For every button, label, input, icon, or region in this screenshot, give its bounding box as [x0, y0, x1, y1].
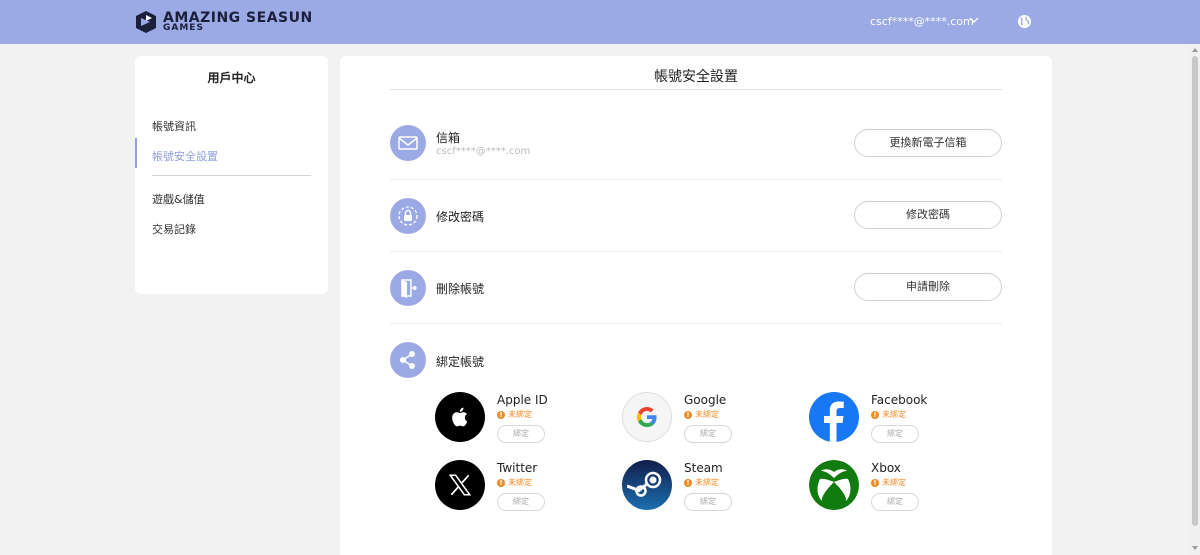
social-steam: Steam ! 未綁定 綁定 — [622, 460, 792, 514]
sidebar-item-games-topup[interactable]: 遊戲&儲值 — [152, 191, 205, 207]
scroll-thumb[interactable] — [1192, 56, 1198, 526]
warning-icon: ! — [871, 410, 879, 419]
linked-accounts-label: 綁定帳號 — [436, 355, 485, 369]
status-badge: ! 未綁定 — [497, 477, 532, 488]
social-name: Xbox — [871, 461, 901, 475]
social-google: Google ! 未綁定 綁定 — [622, 392, 792, 446]
scroll-up-arrow-icon[interactable] — [1191, 46, 1199, 54]
change-email-button[interactable]: 更換新電子信箱 — [854, 129, 1002, 157]
top-bar: AMAZING SEASUN GAMES cscf****@****.com — [0, 0, 1200, 44]
email-value: cscf****@****.com — [436, 146, 531, 157]
social-apple-id: Apple ID ! 未綁定 綁定 — [435, 392, 605, 446]
social-twitter: Twitter ! 未綁定 綁定 — [435, 460, 605, 514]
lock-icon — [390, 198, 426, 234]
social-name: Twitter — [497, 461, 538, 475]
bind-steam-button[interactable]: 綁定 — [684, 493, 732, 511]
bind-twitter-button[interactable]: 綁定 — [497, 493, 545, 511]
title-divider — [390, 89, 1002, 90]
status-badge: ! 未綁定 — [684, 409, 719, 420]
request-deletion-button[interactable]: 申請刪除 — [854, 273, 1002, 301]
social-name: Facebook — [871, 393, 928, 407]
row-divider — [390, 251, 1002, 252]
page-scrollbar[interactable] — [1190, 44, 1200, 555]
sidebar-item-account-security[interactable]: 帳號安全設置 — [152, 148, 218, 164]
google-icon — [622, 392, 672, 442]
sidebar-divider — [152, 175, 311, 176]
password-label: 修改密碼 — [436, 210, 485, 224]
apple-icon — [435, 392, 485, 442]
status-badge: ! 未綁定 — [684, 477, 719, 488]
sidebar-item-account-info[interactable]: 帳號資訊 — [152, 118, 196, 134]
warning-icon: ! — [497, 410, 505, 419]
social-name: Apple ID — [497, 393, 548, 407]
brand-logo[interactable]: AMAZING SEASUN GAMES — [134, 9, 313, 35]
row-divider — [390, 323, 1002, 324]
warning-icon: ! — [684, 410, 692, 419]
email-label: 信箱 — [436, 131, 461, 145]
bind-apple-button[interactable]: 綁定 — [497, 425, 545, 443]
chevron-down-icon[interactable] — [968, 14, 980, 26]
bind-google-button[interactable]: 綁定 — [684, 425, 732, 443]
bind-facebook-button[interactable]: 綁定 — [871, 425, 919, 443]
sidebar-item-transactions[interactable]: 交易記錄 — [152, 221, 196, 237]
x-twitter-icon — [435, 460, 485, 510]
user-email[interactable]: cscf****@****.com — [870, 15, 974, 28]
bind-xbox-button[interactable]: 綁定 — [871, 493, 919, 511]
warning-icon: ! — [871, 478, 879, 487]
social-name: Steam — [684, 461, 723, 475]
exit-door-icon — [390, 270, 426, 306]
warning-icon: ! — [497, 478, 505, 487]
share-icon — [390, 342, 426, 378]
page-title: 帳號安全設置 — [654, 69, 738, 85]
delete-account-label: 刪除帳號 — [436, 282, 485, 296]
mail-icon — [390, 125, 426, 161]
security-settings-panel: 帳號安全設置 信箱 cscf****@****.com 更換新電子信箱 修改密碼… — [340, 56, 1052, 555]
facebook-icon — [809, 392, 859, 442]
social-facebook: Facebook ! 未綁定 綁定 — [809, 392, 979, 446]
status-badge: ! 未綁定 — [497, 409, 532, 420]
status-badge: ! 未綁定 — [871, 477, 906, 488]
user-center-sidebar: 用戶中心 帳號資訊 帳號安全設置 遊戲&儲值 交易記錄 — [135, 56, 328, 294]
social-name: Google — [684, 393, 727, 407]
row-divider — [390, 179, 1002, 180]
sidebar-active-indicator — [135, 138, 137, 168]
social-xbox: Xbox ! 未綁定 綁定 — [809, 460, 979, 514]
steam-icon — [622, 460, 672, 510]
logo-mark-icon — [136, 11, 156, 33]
status-badge: ! 未綁定 — [871, 409, 906, 420]
globe-icon[interactable] — [1017, 14, 1032, 29]
warning-icon: ! — [684, 478, 692, 487]
sidebar-title: 用戶中心 — [207, 71, 256, 85]
xbox-icon — [809, 460, 859, 510]
change-password-button[interactable]: 修改密碼 — [854, 201, 1002, 229]
scroll-down-arrow-icon[interactable] — [1191, 544, 1199, 552]
